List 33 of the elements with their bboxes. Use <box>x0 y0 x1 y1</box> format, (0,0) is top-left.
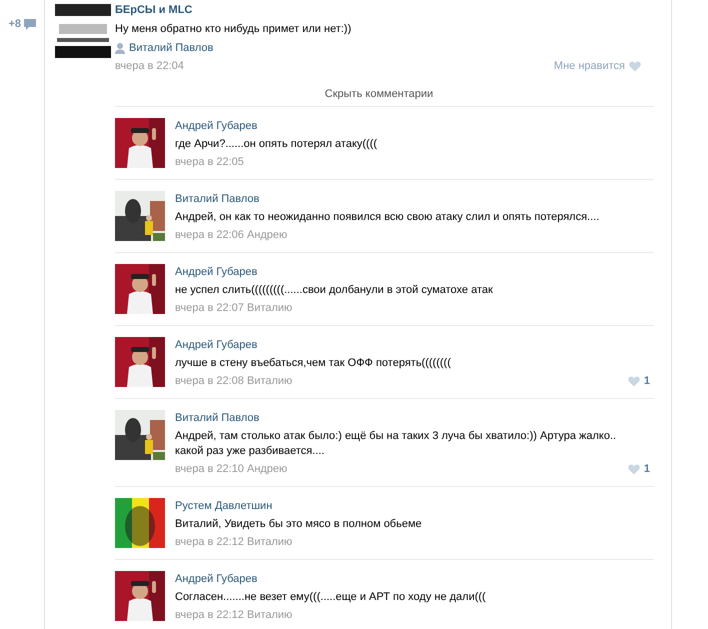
comment-text: не успел слить(((((((((......свои долбанули в этой суматохе атак <box>175 283 494 298</box>
heart-icon <box>628 464 640 475</box>
comment-time: вчера в 22:12 Виталию <box>175 535 292 550</box>
author-name[interactable]: Андрей Губарев <box>175 265 258 280</box>
author-name[interactable]: Андрей Губарев <box>175 338 258 353</box>
author-name[interactable]: Андрей Губарев <box>175 572 258 587</box>
comment-time: вчера в 22:08 Виталию <box>175 374 292 389</box>
comment-text: Согласен.......не везет ему(((.....еще и АРТ по ходу не дали((( <box>175 590 487 605</box>
comment-time: вчера в 22:07 Виталию <box>175 301 292 316</box>
comment-time: вчера в 22:05 <box>175 155 244 170</box>
comment-text: Андрей, там столько атак было:) ещё бы на таких 3 луча бы хватило:)) Артура жалко.. какой раз уже разбивается.... <box>175 429 618 459</box>
signer-link[interactable]: Виталий Павлов <box>115 40 214 56</box>
comment-text: лучше в стену въебаться,чем так ОФФ потерять(((((((( <box>175 356 452 371</box>
hide-comments-link[interactable]: Скрыть комментарии <box>324 87 434 101</box>
author-name[interactable]: Виталий Павлов <box>175 411 260 426</box>
heart-icon <box>629 60 641 72</box>
comment-time: вчера в 22:06 Андрею <box>175 228 288 243</box>
heart-icon <box>628 376 640 387</box>
comment-time: вчера в 22:10 Андрею <box>175 462 288 477</box>
like-count[interactable]: 1 <box>628 462 650 477</box>
comment-time: вчера в 22:12 Виталию <box>175 608 292 623</box>
author-name[interactable]: Рустем Давлетшин <box>175 499 272 514</box>
post-text: Ну меня обратно кто нибудь примет или нет:)) <box>115 22 352 37</box>
comment-text: Андрей, он как то неожиданно появился всю свою атаку слил и опять потерялся.... <box>175 210 600 225</box>
comment-text: Виталий, Увидеть бы это мясо в полном обьеме <box>175 517 423 532</box>
author-name[interactable]: Андрей Губарев <box>175 119 258 134</box>
comment-text: где Арчи?......он опять потерял атаку(((( <box>175 137 378 152</box>
comment-icon[interactable] <box>24 19 36 30</box>
person-icon <box>115 42 125 54</box>
like-count[interactable]: 1 <box>628 374 650 389</box>
author-name[interactable]: БЕрСЫ и MLC <box>115 2 192 18</box>
author-name[interactable]: Виталий Павлов <box>175 192 260 207</box>
post-time: вчера в 22:04 <box>115 59 184 74</box>
